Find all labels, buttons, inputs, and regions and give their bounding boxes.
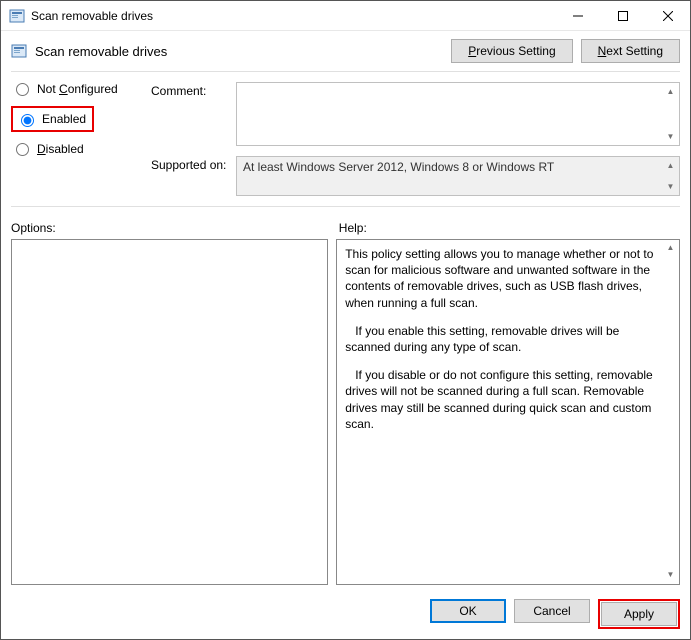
header-row: Scan removable drives Previous Setting N… xyxy=(1,31,690,71)
radio-not-configured-input[interactable] xyxy=(16,83,29,96)
upper-section: Not Configured Enabled Disabled Comment:… xyxy=(1,72,690,196)
fields-column: Comment: ▲ ▼ Supported on: At least Wind… xyxy=(151,82,680,196)
radio-disabled[interactable]: Disabled xyxy=(16,142,151,156)
scroll-down-icon[interactable]: ▼ xyxy=(663,179,678,194)
radio-not-configured-label: Not Configured xyxy=(37,82,118,96)
cancel-button[interactable]: Cancel xyxy=(514,599,590,623)
radio-not-configured[interactable]: Not Configured xyxy=(16,82,151,96)
apply-button[interactable]: Apply xyxy=(601,602,677,626)
comment-label: Comment: xyxy=(151,82,236,98)
supported-value: At least Windows Server 2012, Windows 8 … xyxy=(243,160,554,174)
ok-button[interactable]: OK xyxy=(430,599,506,623)
help-label: Help: xyxy=(339,221,680,235)
options-panel xyxy=(11,239,328,585)
comment-textarea[interactable]: ▲ ▼ xyxy=(236,82,680,146)
scroll-up-icon[interactable]: ▲ xyxy=(663,241,678,256)
help-paragraph: If you disable or do not configure this … xyxy=(345,367,661,432)
next-setting-button[interactable]: Next Setting xyxy=(581,39,680,63)
scroll-down-icon[interactable]: ▼ xyxy=(663,129,678,144)
policy-icon xyxy=(11,43,27,59)
radio-disabled-input[interactable] xyxy=(16,143,29,156)
supported-label: Supported on: xyxy=(151,156,236,172)
radio-enabled-label: Enabled xyxy=(42,112,86,126)
minimize-button[interactable] xyxy=(555,1,600,30)
policy-name: Scan removable drives xyxy=(35,44,443,59)
lower-panels: This policy setting allows you to manage… xyxy=(1,239,690,593)
radio-disabled-label: Disabled xyxy=(37,142,84,156)
help-panel: This policy setting allows you to manage… xyxy=(336,239,680,585)
scroll-up-icon[interactable]: ▲ xyxy=(663,84,678,99)
bottom-button-bar: OK Cancel Apply xyxy=(1,593,690,639)
options-label: Options: xyxy=(11,221,339,235)
help-paragraph: This policy setting allows you to manage… xyxy=(345,246,661,311)
apply-highlight: Apply xyxy=(598,599,680,629)
lower-labels: Options: Help: xyxy=(1,207,690,239)
previous-setting-button[interactable]: Previous Setting xyxy=(451,39,572,63)
window-title: Scan removable drives xyxy=(31,9,153,23)
help-paragraph: If you enable this setting, removable dr… xyxy=(345,323,661,355)
radio-enabled-highlight: Enabled xyxy=(11,106,94,132)
state-radio-group: Not Configured Enabled Disabled xyxy=(11,82,151,196)
scroll-up-icon[interactable]: ▲ xyxy=(663,158,678,173)
radio-enabled-input[interactable] xyxy=(21,114,34,127)
supported-box: At least Windows Server 2012, Windows 8 … xyxy=(236,156,680,196)
close-button[interactable] xyxy=(645,1,690,30)
titlebar: Scan removable drives xyxy=(1,1,690,31)
maximize-button[interactable] xyxy=(600,1,645,30)
scroll-down-icon[interactable]: ▼ xyxy=(663,568,678,583)
app-icon xyxy=(9,8,25,24)
